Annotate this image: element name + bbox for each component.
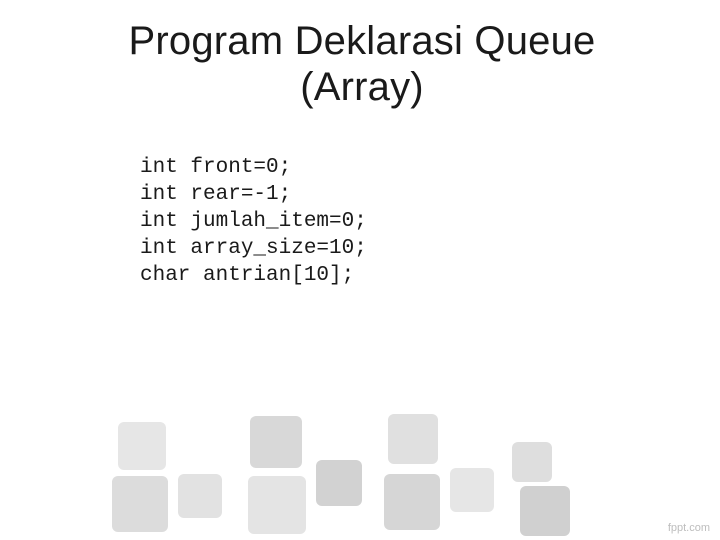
code-line: int rear=-1; — [140, 183, 291, 206]
slide: Program Deklarasi Queue (Array) int fron… — [0, 0, 720, 540]
code-block: int front=0; int rear=-1; int jumlah_ite… — [140, 155, 367, 289]
square-icon — [520, 486, 570, 536]
watermark: fppt.com — [668, 522, 710, 534]
square-icon — [388, 414, 438, 464]
square-icon — [250, 416, 302, 468]
code-line: int front=0; — [140, 156, 291, 179]
square-icon — [512, 442, 552, 482]
square-icon — [316, 460, 362, 506]
square-icon — [248, 476, 306, 534]
slide-title: Program Deklarasi Queue (Array) — [72, 18, 652, 110]
code-line: int array_size=10; — [140, 237, 367, 260]
square-icon — [112, 476, 168, 532]
square-icon — [384, 474, 440, 530]
code-line: int jumlah_item=0; — [140, 210, 367, 233]
code-line: char antrian[10]; — [140, 264, 354, 287]
square-icon — [178, 474, 222, 518]
square-icon — [450, 468, 494, 512]
square-icon — [118, 422, 166, 470]
decorative-squares — [0, 340, 720, 540]
